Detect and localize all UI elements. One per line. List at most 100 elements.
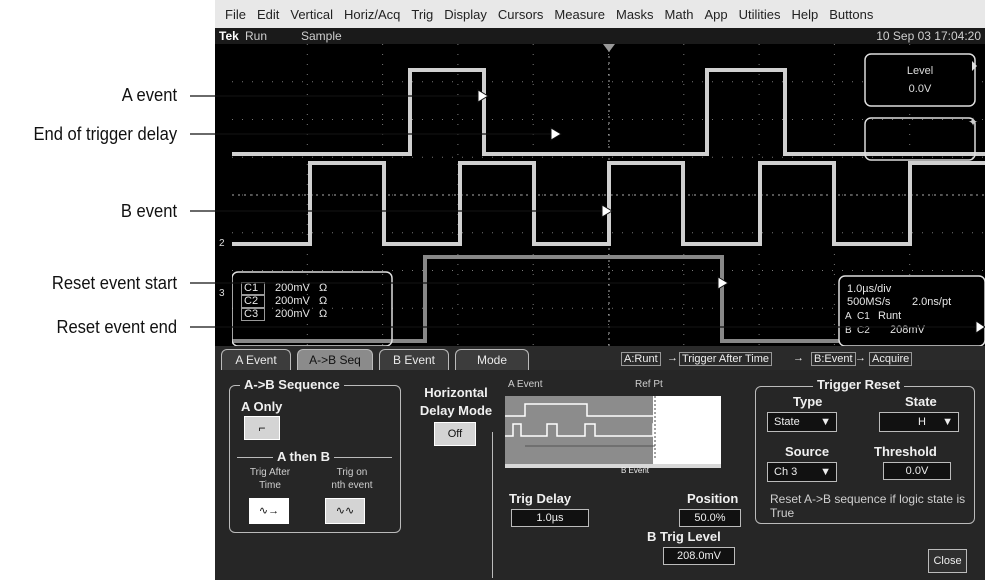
trigger-path-arrow: → xyxy=(855,352,866,364)
menu-horiz-acq[interactable]: Horiz/Acq xyxy=(344,7,400,22)
trig-nth-event-icon: ∿∿ xyxy=(335,505,355,517)
diagram-a-event-label: A Event xyxy=(508,379,543,390)
trig-nth-label: Trig on nth event xyxy=(331,467,373,491)
menu-buttons[interactable]: Buttons xyxy=(829,7,873,22)
menu-edit[interactable]: Edit xyxy=(257,7,279,22)
trig-after-time-button[interactable]: ∿→ xyxy=(249,498,289,524)
trigger-path-arrow: → xyxy=(793,352,804,364)
trigger-a-type: Runt xyxy=(878,310,901,322)
channel-2-waveform xyxy=(232,161,985,246)
menu-math[interactable]: Math xyxy=(665,7,694,22)
dropdown-arrow-icon: ▼ xyxy=(942,416,953,428)
trigger-b-tag: B xyxy=(845,325,852,336)
channel-unit: Ω xyxy=(319,282,328,294)
menu-display[interactable]: Display xyxy=(444,7,487,22)
channel-unit: Ω xyxy=(319,295,328,307)
trigger-a-tag: A xyxy=(845,311,852,322)
menu-cursors[interactable]: Cursors xyxy=(498,7,544,22)
dropdown-arrow-icon: ▼ xyxy=(820,466,831,478)
tab-a-b-seq[interactable]: A->B Seq xyxy=(297,349,373,370)
a-then-b-label: A then B xyxy=(273,449,334,464)
a-only-button[interactable]: ⌐ xyxy=(244,416,280,440)
resolution-readout: 2.0ns/pt xyxy=(912,296,951,308)
status-bar: Tek Run Sample 10 Sep 03 17:04:20 xyxy=(215,28,985,44)
channel-name: C1 xyxy=(241,282,265,295)
channel-name: C3 xyxy=(241,308,265,321)
callout-a-event: A event xyxy=(121,85,177,105)
close-button[interactable]: Close xyxy=(928,549,967,573)
timebase-readout: 1.0µs/div xyxy=(847,283,892,295)
horizontal-delay-mode-label: Horizontal Delay Mode xyxy=(419,385,493,418)
channel-3-marker: 3 xyxy=(219,288,225,299)
run-status: Run xyxy=(245,29,268,43)
a-only-label: A Only xyxy=(241,399,283,414)
menu-trig[interactable]: Trig xyxy=(411,7,433,22)
reset-type-value: State xyxy=(774,416,800,428)
trigger-b-source: C2 xyxy=(857,325,870,336)
trigger-path-delay: Trigger After Time xyxy=(679,352,773,366)
trigger-control-panel: A->B Sequence A Only ⌐ A then B Trig Aft… xyxy=(215,370,985,580)
channel-scale-row[interactable]: C1 200mV Ω xyxy=(241,282,381,295)
runt-trigger-icon: ⌐ xyxy=(258,421,266,435)
sample-rate-readout: 500MS/s xyxy=(847,296,891,308)
reset-source-value: Ch 3 xyxy=(774,466,798,478)
trigger-path-b: B:Event xyxy=(811,352,856,366)
trig-delay-label: Trig Delay xyxy=(509,491,572,506)
channel-scale-row[interactable]: C3 200mV Ω xyxy=(241,308,381,321)
tab-b-event[interactable]: B Event xyxy=(379,349,449,370)
menu-measure[interactable]: Measure xyxy=(554,7,605,22)
trigger-b-level: 208mV xyxy=(890,324,926,336)
reset-state-label: State xyxy=(905,394,937,409)
channel-unit: Ω xyxy=(319,308,328,320)
trig-after-time-label: Trig After Time xyxy=(249,467,291,491)
diagram-ref-pt-label: Ref Pt xyxy=(635,379,663,390)
reset-type-dropdown[interactable]: State ▼ xyxy=(767,412,837,432)
reset-threshold-field[interactable]: 0.0V xyxy=(883,462,951,480)
oscilloscope-screen: File Edit Vertical Horiz/Acq Trig Displa… xyxy=(215,0,985,580)
tab-a-event[interactable]: A Event xyxy=(221,349,291,370)
b-trig-level-label: B Trig Level xyxy=(647,529,721,544)
channel-scale-value: 200mV xyxy=(275,295,310,307)
menu-masks[interactable]: Masks xyxy=(616,7,654,22)
dropdown-arrow-icon: ▼ xyxy=(820,416,831,428)
acquisition-mode: Sample xyxy=(301,29,342,43)
b-trig-level-field[interactable]: 208.0mV xyxy=(663,547,735,565)
channel-scale-row[interactable]: C2 200mV Ω xyxy=(241,295,381,308)
trigger-tab-bar: A Event A->B Seq B Event Mode A:Runt → T… xyxy=(215,346,985,370)
tab-mode[interactable]: Mode xyxy=(455,349,529,370)
trigger-path-arrow: → xyxy=(667,352,678,364)
menu-app[interactable]: App xyxy=(704,7,727,22)
callout-reset-event-start: Reset event start xyxy=(51,273,177,293)
trigger-path-acquire: Acquire xyxy=(869,352,913,366)
callout-b-event: B event xyxy=(120,201,177,221)
position-label: Position xyxy=(687,491,739,506)
horizontal-delay-off-button[interactable]: Off xyxy=(434,422,476,446)
menu-vertical[interactable]: Vertical xyxy=(290,7,333,22)
reset-state-dropdown[interactable]: H ▼ xyxy=(879,412,959,432)
trig-nth-event-button[interactable]: ∿∿ xyxy=(325,498,365,524)
reset-type-label: Type xyxy=(793,394,823,409)
channel-scale-value: 200mV xyxy=(275,308,310,320)
level-readout-box xyxy=(864,53,976,107)
menu-utilities[interactable]: Utilities xyxy=(739,7,781,22)
menu-file[interactable]: File xyxy=(225,7,246,22)
trigger-path-a: A:Runt xyxy=(621,352,661,366)
diagram-b-event-label: B Event xyxy=(621,466,650,475)
reset-description: Reset A->B sequence if logic state is Tr… xyxy=(770,492,966,520)
reset-source-dropdown[interactable]: Ch 3 ▼ xyxy=(767,462,837,482)
callout-end-of-trigger-delay: End of trigger delay xyxy=(33,124,177,144)
reset-state-value: H xyxy=(918,416,926,428)
channel-scales: C1 200mV Ω C2 200mV Ω C3 200mV Ω xyxy=(241,282,381,321)
trig-delay-field[interactable]: 1.0µs xyxy=(511,509,589,527)
threshold-indicator-marker: ✦ xyxy=(968,115,978,129)
channel-scale-value: 200mV xyxy=(275,282,310,294)
brand-logo: Tek xyxy=(219,29,239,43)
panel-divider xyxy=(492,432,493,578)
position-field[interactable]: 50.0% xyxy=(679,509,741,527)
menu-bar: File Edit Vertical Horiz/Acq Trig Displa… xyxy=(215,0,985,28)
menu-help[interactable]: Help xyxy=(792,7,819,22)
callout-reset-event-end: Reset event end xyxy=(56,317,177,337)
reset-threshold-label: Threshold xyxy=(874,444,937,459)
trigger-a-source: C1 xyxy=(857,311,870,322)
channel-2-marker: 2 xyxy=(219,238,225,249)
